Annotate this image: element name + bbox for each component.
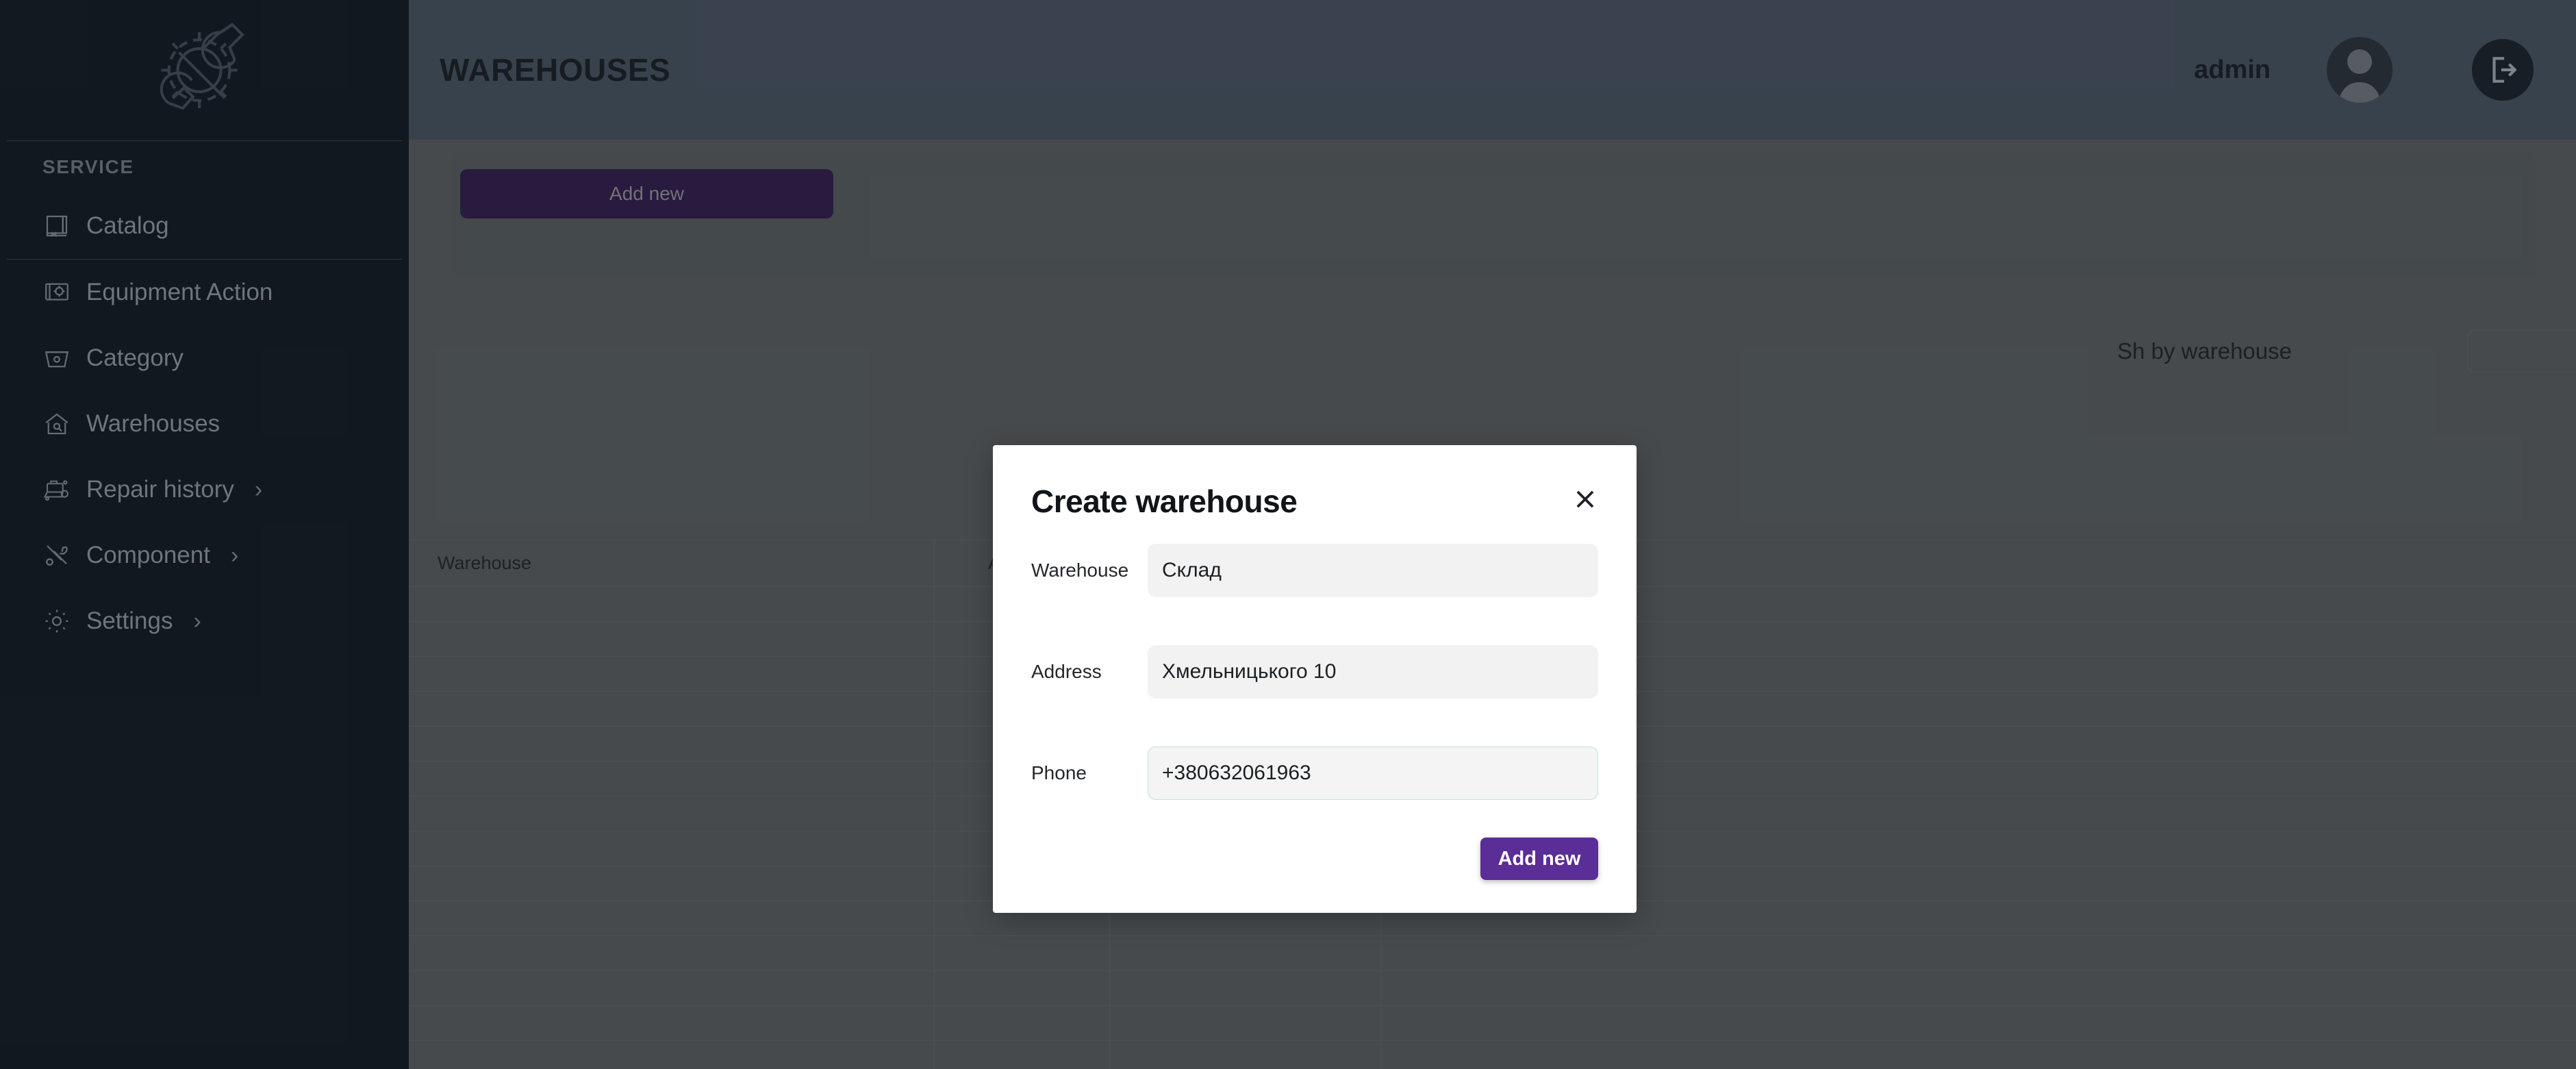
modal-footer: Add new <box>993 824 1637 880</box>
phone-field[interactable] <box>1148 746 1598 800</box>
modal-body: Warehouse Address Phone <box>993 520 1637 824</box>
submit-add-new-button[interactable]: Add new <box>1480 838 1598 880</box>
warehouse-field-label: Warehouse <box>1031 559 1129 581</box>
field-row-warehouse: Warehouse <box>1031 520 1598 621</box>
close-button[interactable] <box>1567 481 1604 518</box>
field-row-address: Address <box>1031 621 1598 722</box>
phone-field-label: Phone <box>1031 762 1087 783</box>
create-warehouse-modal: Create warehouse Warehouse Address Phone <box>993 445 1637 913</box>
field-row-phone: Phone <box>1031 722 1598 824</box>
warehouse-name-field[interactable] <box>1148 544 1598 597</box>
address-field[interactable] <box>1148 645 1598 699</box>
modal-header: Create warehouse <box>993 445 1637 520</box>
address-field-label: Address <box>1031 661 1102 682</box>
close-icon <box>1576 490 1594 508</box>
modal-title: Create warehouse <box>1031 483 1298 519</box>
app-root: SERVICE Catalog Equipment Action Categor… <box>0 0 2576 1069</box>
